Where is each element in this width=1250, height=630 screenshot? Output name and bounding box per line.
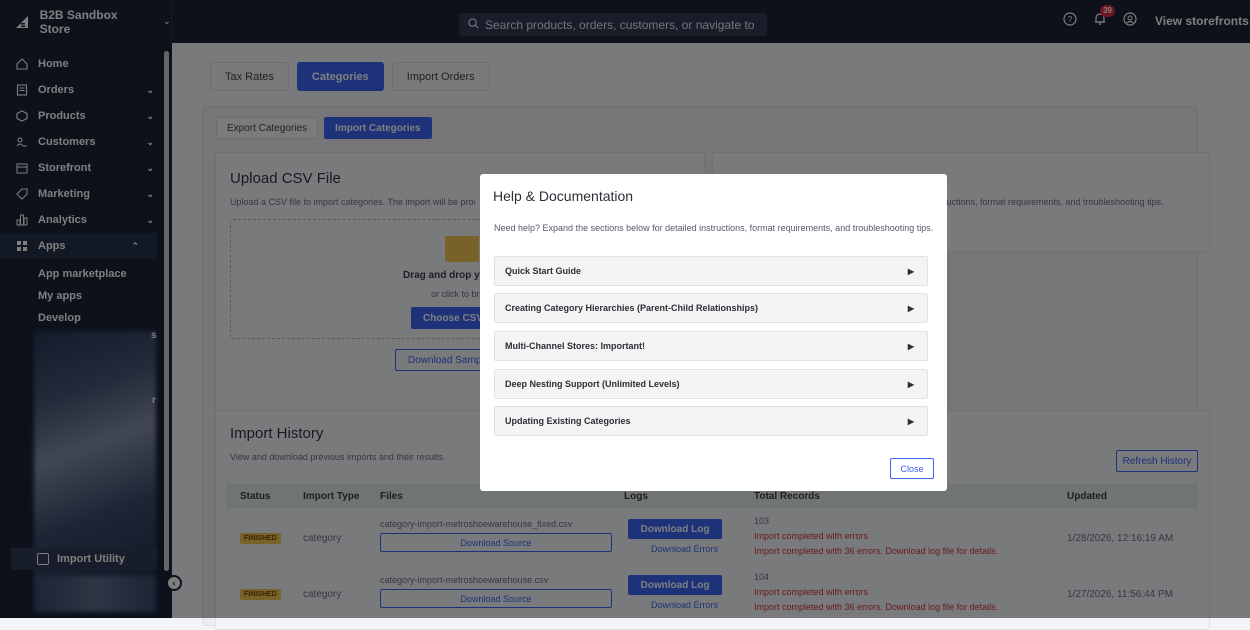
close-button[interactable]: Close [890,458,934,479]
modal-description: Need help? Expand the sections below for… [494,223,934,233]
accordion-label: Deep Nesting Support (Unlimited Levels) [505,379,680,389]
accordion-quick-start-guide[interactable]: Quick Start Guide ▶ [494,256,928,286]
help-documentation-modal: Help & Documentation Need help? Expand t… [480,174,947,491]
accordion-updating-existing[interactable]: Updating Existing Categories ▶ [494,406,928,436]
expand-triangle-icon: ▶ [907,266,914,276]
accordion-label: Quick Start Guide [505,266,582,276]
expand-triangle-icon: ▶ [907,379,914,389]
expand-triangle-icon: ▶ [907,341,914,351]
modal-title: Help & Documentation [493,188,634,204]
accordion-deep-nesting[interactable]: Deep Nesting Support (Unlimited Levels) … [494,369,928,399]
expand-triangle-icon: ▶ [907,303,914,313]
accordion-label: Multi-Channel Stores: Important! [505,341,645,351]
accordion-multi-channel-stores[interactable]: Multi-Channel Stores: Important! ▶ [494,331,928,361]
accordion-label: Updating Existing Categories [505,416,631,426]
expand-triangle-icon: ▶ [907,416,914,426]
accordion-label: Creating Category Hierarchies (Parent-Ch… [505,303,759,313]
accordion-category-hierarchies[interactable]: Creating Category Hierarchies (Parent-Ch… [494,293,928,323]
